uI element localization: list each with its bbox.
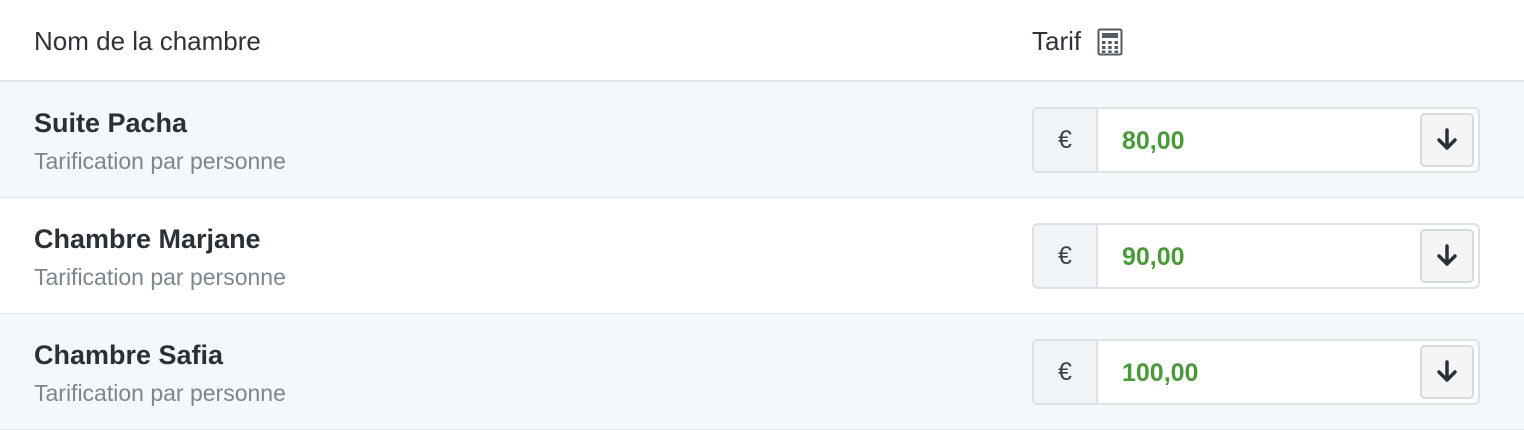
table-row: Chambre Safia Tarification par personne … (0, 314, 1524, 430)
pricing-type: Tarification par personne (34, 380, 286, 406)
arrow-down-icon (1437, 128, 1457, 150)
copy-down-button[interactable] (1420, 345, 1474, 399)
currency-addon: € (1034, 225, 1098, 287)
price-input-group: € (1032, 223, 1480, 289)
copy-down-button[interactable] (1420, 229, 1474, 283)
arrow-down-icon (1437, 244, 1457, 266)
currency-addon: € (1034, 109, 1098, 171)
price-input-group: € (1032, 107, 1480, 173)
price-input-group: € (1032, 339, 1480, 405)
room-name: Chambre Safia (34, 340, 224, 370)
tarif-label: Tarif (1032, 26, 1082, 56)
table-header: Nom de la chambre Tarif (0, 0, 1524, 82)
column-header-room-name: Nom de la chambre (34, 26, 261, 56)
room-rates-table: Nom de la chambre Tarif Suite Pacha Tari… (0, 0, 1524, 430)
room-name: Suite Pacha (34, 108, 188, 138)
table-row: Chambre Marjane Tarification par personn… (0, 198, 1524, 314)
arrow-down-icon (1437, 360, 1457, 382)
copy-down-button[interactable] (1420, 113, 1474, 167)
calculator-icon[interactable] (1097, 28, 1123, 56)
room-name: Chambre Marjane (34, 224, 261, 254)
pricing-type: Tarification par personne (34, 264, 286, 290)
table-row: Suite Pacha Tarification par personne € (0, 82, 1524, 198)
column-header-tarif: Tarif (1032, 26, 1123, 57)
currency-addon: € (1034, 341, 1098, 403)
pricing-type: Tarification par personne (34, 148, 286, 174)
